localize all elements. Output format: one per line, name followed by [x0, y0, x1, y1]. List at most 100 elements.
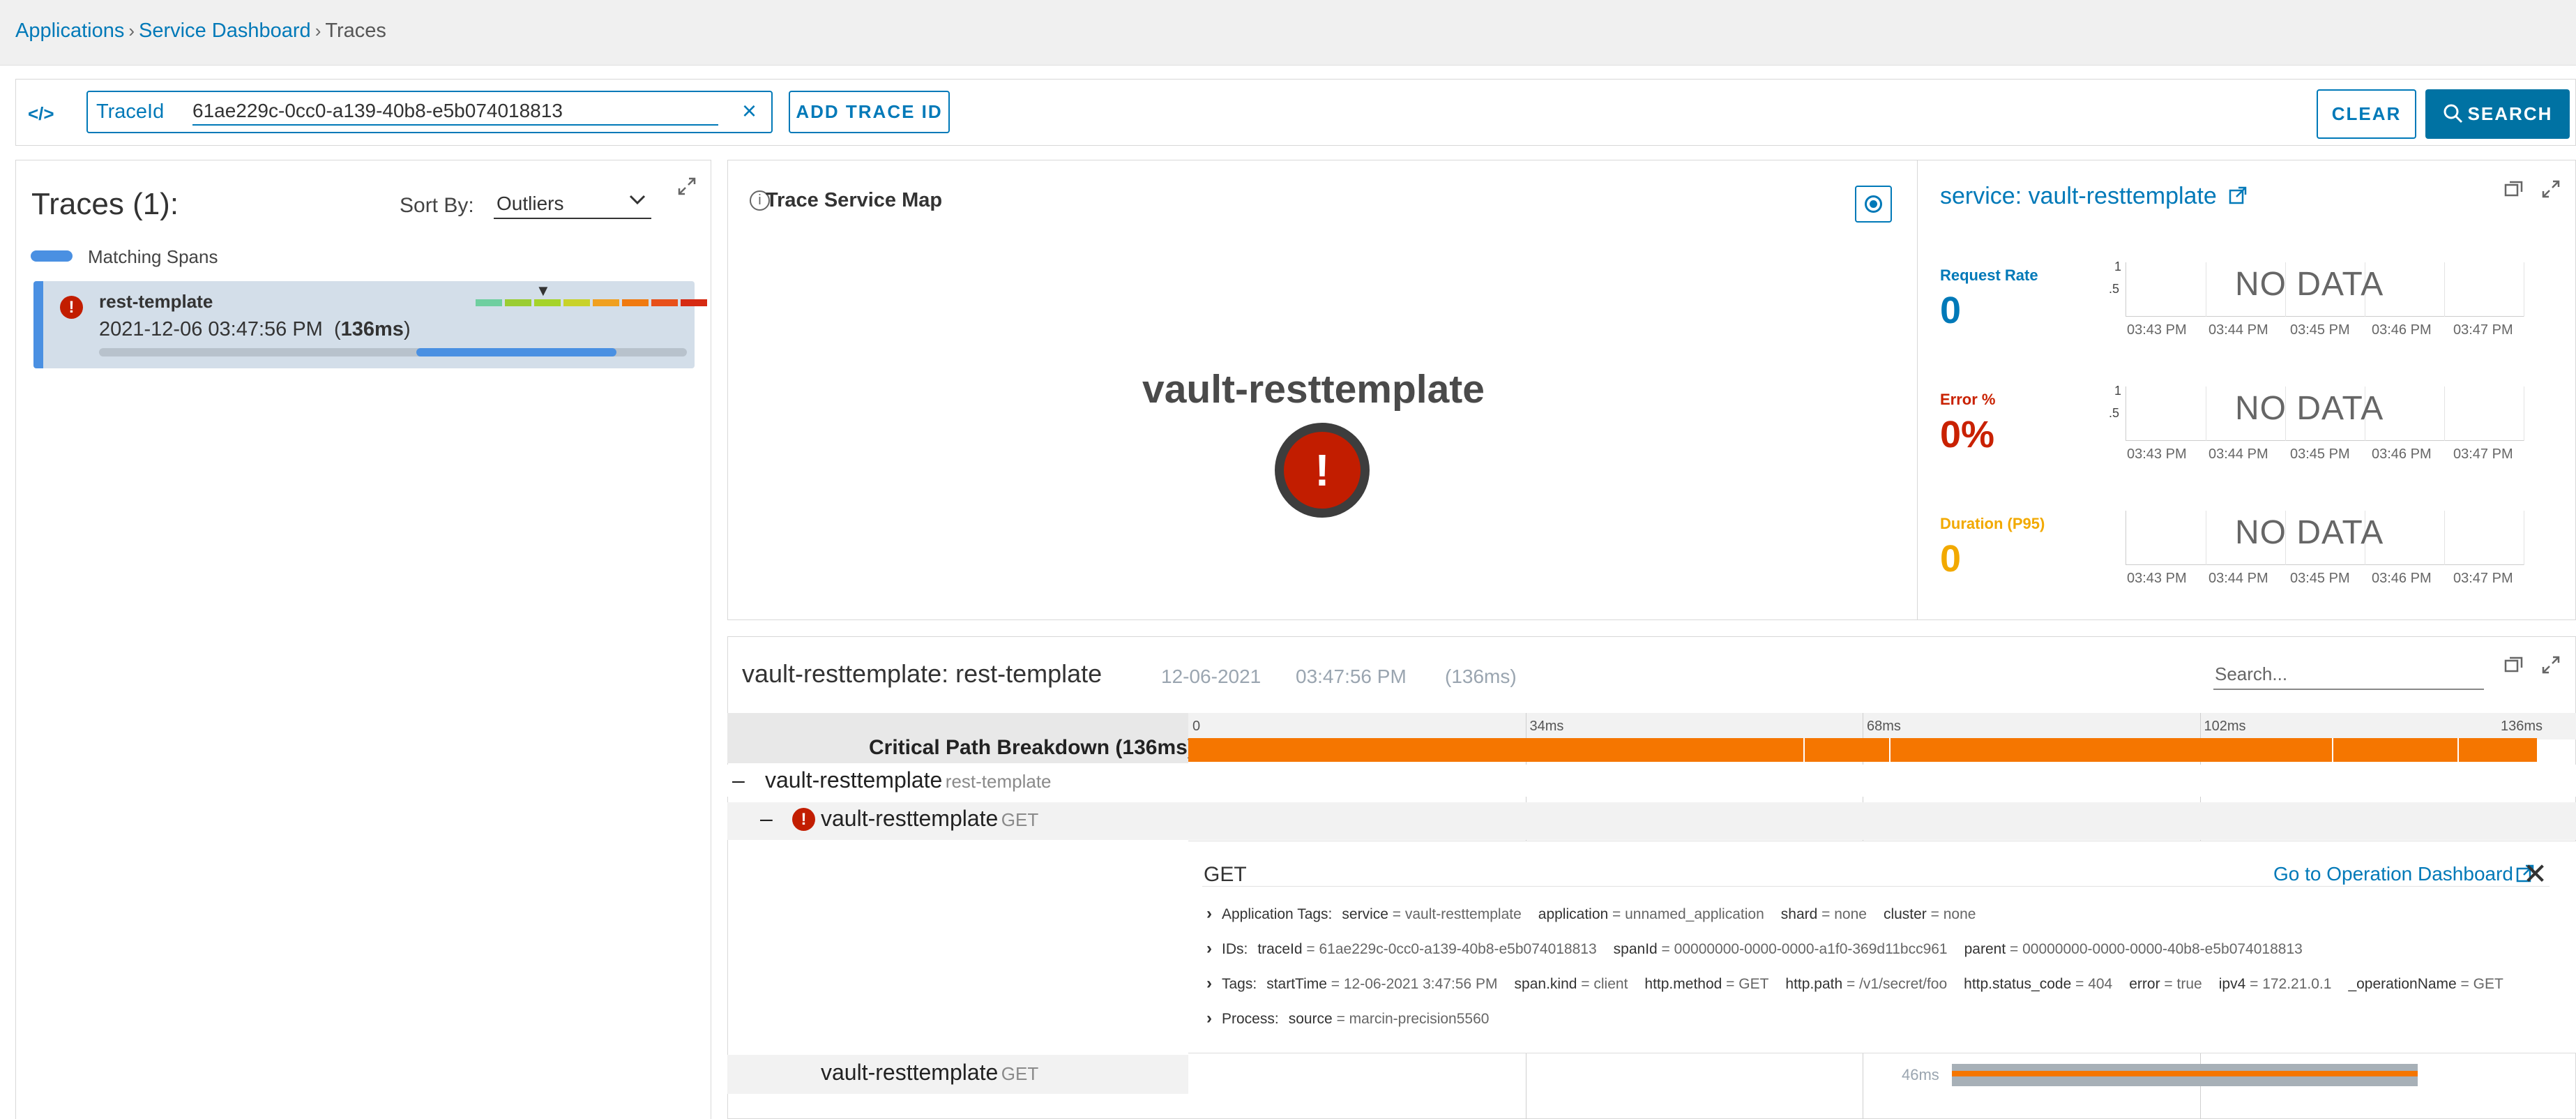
tag-key: traceId: [1257, 941, 1303, 957]
tag-value: none: [1834, 906, 1867, 922]
tag-value: client: [1593, 976, 1628, 992]
clear-trace-id-icon[interactable]: ×: [742, 96, 757, 126]
critical-path-title: Critical Path Breakdown (136ms): [869, 736, 1195, 759]
chevron-right-icon: ›: [1206, 1009, 1212, 1028]
service-title: service: vault-resttemplate: [1940, 183, 2217, 209]
service-title-link[interactable]: service: vault-resttemplate: [1940, 183, 2248, 210]
heat-strip-segment: [651, 299, 678, 306]
collapse-toggle-icon[interactable]: –: [732, 767, 745, 793]
tag-key: span.kind: [1514, 976, 1577, 992]
tag-section-row[interactable]: › Application Tags: service = vault-restte…: [1206, 904, 1992, 924]
breadcrumb-service-dashboard-link[interactable]: Service Dashboard: [139, 20, 311, 42]
trace-id-label: TraceId: [96, 100, 165, 123]
add-trace-id-button[interactable]: ADD TRACE ID: [789, 91, 950, 133]
tag-pair: spanId = 00000000-0000-0000-a1f0-369d11b…: [1614, 941, 1948, 957]
tag-pair: http.path = /v1/secret/foo: [1785, 976, 1947, 992]
tag-pair: http.status_code = 404: [1964, 976, 2112, 992]
tag-equals: =: [2456, 976, 2473, 992]
span-search-input[interactable]: Search...: [2213, 661, 2484, 690]
timeline-tick-label: 34ms: [1529, 719, 1564, 734]
error-icon: !: [792, 808, 815, 831]
tag-key: ipv4: [2218, 976, 2246, 992]
trace-detail-time: 03:47:56 PM: [1296, 666, 1407, 687]
tag-value: none: [1943, 906, 1976, 922]
search-button[interactable]: SEARCH: [2425, 89, 2570, 139]
tag-key: http.status_code: [1964, 976, 2072, 992]
x-tick-label: 03:46 PM: [2372, 571, 2432, 586]
divider: [1202, 886, 2550, 887]
outlier-heat-strip: [476, 299, 707, 306]
tag-pair: ipv4 = 172.21.0.1: [2219, 976, 2332, 992]
traces-title: Traces (1):: [31, 187, 179, 221]
tag-value: vault-resttemplate: [1404, 906, 1522, 922]
y-tick-label: .5: [2109, 406, 2120, 420]
x-tick-label: 03:46 PM: [2372, 322, 2432, 338]
x-tick-label: 03:46 PM: [2372, 446, 2432, 462]
x-tick-label: 03:44 PM: [2208, 446, 2268, 462]
popout-icon[interactable]: [2503, 179, 2524, 203]
tag-key: _operationName: [2348, 976, 2457, 992]
popout-icon[interactable]: [2503, 654, 2524, 679]
tag-value: 00000000-0000-0000-a1f0-369d11bcc961: [1674, 941, 1948, 957]
external-link-icon[interactable]: [2227, 185, 2248, 206]
trace-item-duration-bar: [99, 348, 687, 356]
tag-value: 00000000-0000-0000-40b8-e5b074018813: [2022, 941, 2303, 957]
span-label: vault-resttemplate GET: [821, 1060, 1038, 1086]
breadcrumb-applications-link[interactable]: Applications: [15, 20, 124, 42]
span-operation: GET: [1001, 809, 1039, 830]
collapse-toggle-icon[interactable]: –: [760, 806, 773, 832]
tag-section-label: Application Tags:: [1222, 906, 1333, 922]
tag-equals: =: [1326, 976, 1344, 992]
tag-key: source: [1288, 1011, 1333, 1027]
tag-section-label: Process:: [1222, 1011, 1279, 1027]
critical-path-segment-divider: [1888, 738, 1891, 762]
tag-pair: error = true: [2129, 976, 2202, 992]
span-duration-label: 46ms: [1901, 1066, 1939, 1083]
expand-icon[interactable]: [2540, 654, 2561, 681]
x-tick-label: 03:47 PM: [2453, 571, 2513, 586]
span-operation: rest-template: [945, 771, 1052, 792]
x-tick-label: 03:45 PM: [2290, 571, 2350, 586]
error-rate-label: Error %: [1940, 391, 1996, 408]
tag-pair: cluster = none: [1884, 906, 1976, 922]
x-tick-label: 03:44 PM: [2208, 571, 2268, 586]
tag-section-row[interactable]: › Tags: startTime = 12-06-2021 3:47:56 PM s…: [1206, 974, 2520, 993]
y-tick-label: 1: [2114, 260, 2122, 273]
code-view-icon[interactable]: </>: [28, 103, 54, 125]
span-label: vault-resttemplate GET: [821, 806, 1038, 832]
tag-equals: =: [2071, 976, 2089, 992]
tag-equals: =: [2006, 941, 2023, 957]
timeline-tick-label: 68ms: [1867, 719, 1901, 734]
x-tick-label: 03:44 PM: [2208, 322, 2268, 338]
x-tick-label: 03:47 PM: [2453, 322, 2513, 338]
operation-dashboard-link[interactable]: Go to Operation Dashboard: [2273, 863, 2536, 885]
trace-id-input[interactable]: 61ae229c-0cc0-a139-40b8-e5b074018813: [192, 98, 718, 126]
x-tick-label: 03:45 PM: [2290, 446, 2350, 462]
tag-key: application: [1538, 906, 1609, 922]
span-label: vault-resttemplate rest-template: [765, 767, 1052, 793]
tag-section-row[interactable]: › IDs: traceId = 61ae229c-0cc0-a139-40b8-e…: [1206, 939, 2319, 959]
tag-equals: =: [1657, 941, 1674, 957]
tag-pair: traceId = 61ae229c-0cc0-a139-40b8-e5b074…: [1257, 941, 1596, 957]
y-tick-label: .5: [2109, 282, 2120, 296]
chevron-down-icon[interactable]: [628, 190, 647, 214]
x-tick-label: 03:43 PM: [2127, 322, 2187, 338]
service-node[interactable]: !: [1275, 423, 1370, 518]
breadcrumb-separator: ›: [315, 20, 321, 41]
clear-button[interactable]: CLEAR: [2317, 89, 2416, 139]
span-service: vault-resttemplate: [821, 806, 999, 831]
expand-icon[interactable]: [2540, 179, 2561, 205]
trace-item-timestamp: 2021-12-06 03:47:56 PM: [99, 318, 323, 340]
no-data-label: NO DATA: [2235, 390, 2384, 427]
operation-dashboard-label: Go to Operation Dashboard: [2273, 863, 2513, 885]
tag-section-row[interactable]: › Process: source = marcin-precision5560: [1206, 1009, 1506, 1028]
tag-pair: http.method = GET: [1644, 976, 1768, 992]
search-button-label: SEARCH: [2467, 103, 2553, 124]
request-rate-value: 0: [1940, 290, 1962, 331]
tag-pair: startTime = 12-06-2021 3:47:56 PM: [1266, 976, 1497, 992]
service-map-title: Trace Service Map: [766, 189, 943, 211]
tag-section-label: Tags:: [1222, 976, 1257, 992]
tag-pair: service = vault-resttemplate: [1342, 906, 1521, 922]
recenter-map-icon[interactable]: [1855, 186, 1892, 223]
expand-icon[interactable]: [676, 176, 697, 202]
